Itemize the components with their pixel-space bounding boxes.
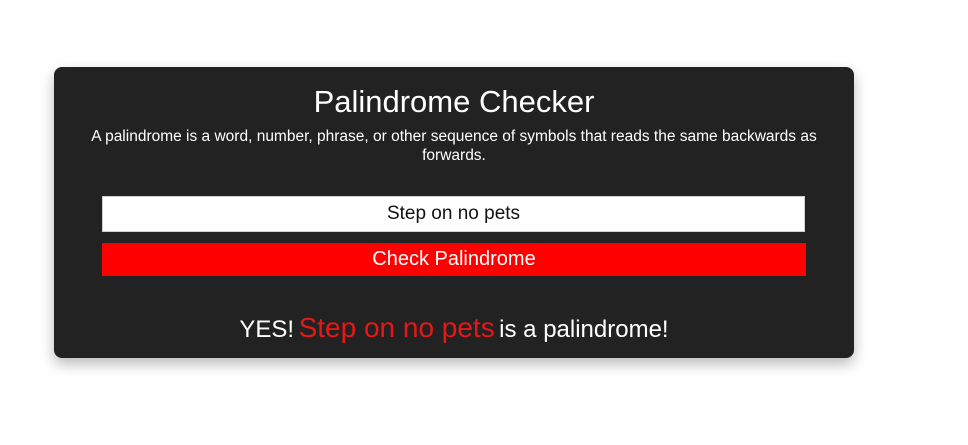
result-suffix: is a palindrome! (499, 316, 669, 343)
result-prefix: YES! (239, 316, 295, 343)
description-text: A palindrome is a word, number, phrase, … (91, 128, 817, 164)
page-title: Palindrome Checker (313, 84, 595, 119)
palindrome-card: Palindrome Checker A palindrome is a wor… (54, 67, 854, 358)
result-word: Step on no pets (298, 312, 495, 343)
check-palindrome-button[interactable]: Check Palindrome (102, 243, 806, 276)
result-message: YES! Step on no pets is a palindrome! (54, 311, 854, 350)
palindrome-input[interactable] (102, 196, 805, 232)
